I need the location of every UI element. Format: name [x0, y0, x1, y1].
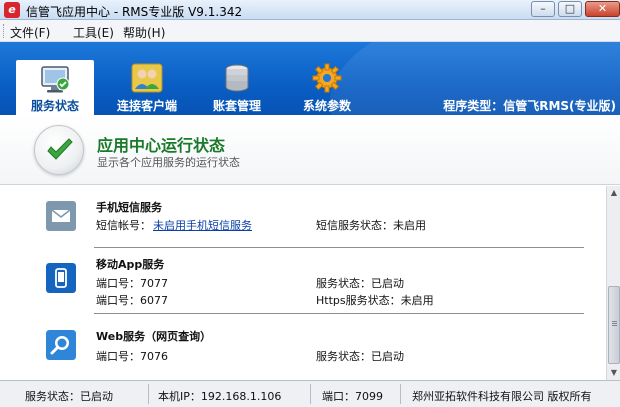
status-separator [310, 384, 311, 404]
gear-icon [312, 63, 342, 93]
web-port: 端口号：7076 [96, 350, 168, 363]
menu-file[interactable]: 文件(F) [10, 24, 50, 41]
tab-account-management[interactable]: 账套管理 [195, 42, 279, 115]
window-title: 信管飞应用中心 - RMS专业版 V9.1.342 [26, 5, 243, 19]
list-item-mobile-app-service: 移动App服务 端口号：7077 服务状态：已启动 端口号：6077 Https… [0, 248, 606, 313]
minimize-button[interactable]: – [531, 1, 555, 17]
mobile-icon [46, 263, 76, 293]
sms-status: 短信服务状态：未启用 [316, 219, 426, 232]
sms-enable-link[interactable]: 未启用手机短信服务 [153, 217, 252, 233]
web-status: 服务状态：已启动 [316, 350, 404, 363]
thumb-grip [612, 321, 617, 322]
magnifier-icon [46, 330, 76, 360]
app-logo-icon: e [4, 2, 20, 18]
menu-grip [3, 24, 6, 38]
page-title: 应用中心运行状态 [97, 136, 226, 155]
tab-label: 连接客户端 [116, 99, 177, 113]
status-copyright: 郑州亚拓软件科技有限公司 版权所有 [412, 390, 592, 403]
tab-service-status[interactable]: 服务状态 [16, 60, 94, 115]
status-port: 端口：7099 [322, 390, 383, 403]
sms-account-label: 短信帐号： [96, 219, 151, 232]
tab-label: 服务状态 [30, 99, 79, 113]
main-toolbar: 服务状态 连接客户端 账套管理 系统参数 程序类型：信管飞RMS(专业版) [0, 42, 620, 115]
tab-label: 系统参数 [302, 99, 351, 113]
program-type-label: 程序类型：信管飞RMS(专业版) [443, 99, 616, 113]
scroll-up-icon[interactable]: ▲ [608, 186, 620, 200]
maximize-button[interactable]: □ [558, 1, 582, 17]
scroll-thumb[interactable] [608, 286, 620, 364]
tab-label: 账套管理 [212, 99, 261, 113]
monitor-icon [41, 66, 70, 93]
status-separator [400, 384, 401, 404]
list-item-web-service: Web服务（网页查询） 端口号：7076 服务状态：已启动 [0, 314, 606, 380]
menu-bar: 文件(F) 工具(E) 帮助(H) [0, 20, 620, 42]
status-badge [34, 125, 84, 175]
https-status: Https服务状态：未启用 [316, 294, 434, 307]
database-icon [225, 64, 249, 92]
scroll-down-icon[interactable]: ▼ [608, 366, 620, 380]
app-status: 服务状态：已启动 [316, 277, 404, 290]
service-name: Web服务（网页查询） [96, 330, 212, 343]
tab-system-params[interactable]: 系统参数 [285, 42, 369, 115]
status-service: 服务状态：已启动 [25, 390, 113, 403]
tab-connected-clients[interactable]: 连接客户端 [105, 42, 189, 115]
list-item-sms-service: 手机短信服务 短信帐号： 未启用手机短信服务 短信服务状态：未启用 [0, 186, 606, 248]
service-name: 手机短信服务 [96, 201, 162, 214]
envelope-icon [46, 201, 76, 231]
app-port: 端口号：7077 [96, 277, 168, 290]
menu-help[interactable]: 帮助(H) [123, 24, 165, 41]
service-name: 移动App服务 [96, 258, 165, 271]
users-icon [131, 63, 163, 93]
service-list: 手机短信服务 短信帐号： 未启用手机短信服务 短信服务状态：未启用 移动App服… [0, 186, 606, 380]
status-ip: 本机IP：192.168.1.106 [158, 390, 282, 403]
title-bar: e 信管飞应用中心 - RMS专业版 V9.1.342 – □ ✕ [0, 0, 620, 20]
menu-tools[interactable]: 工具(E) [73, 24, 114, 41]
page-header: 应用中心运行状态 显示各个应用服务的运行状态 [0, 115, 620, 185]
close-button[interactable]: ✕ [585, 1, 620, 17]
list-scrollbar[interactable]: ▲ ▼ [606, 186, 620, 380]
https-port: 端口号：6077 [96, 294, 168, 307]
check-icon [47, 138, 73, 160]
status-separator [148, 384, 149, 404]
page-subtitle: 显示各个应用服务的运行状态 [97, 156, 240, 169]
status-bar: 服务状态：已启动 本机IP：192.168.1.106 端口：7099 郑州亚拓… [0, 380, 620, 407]
